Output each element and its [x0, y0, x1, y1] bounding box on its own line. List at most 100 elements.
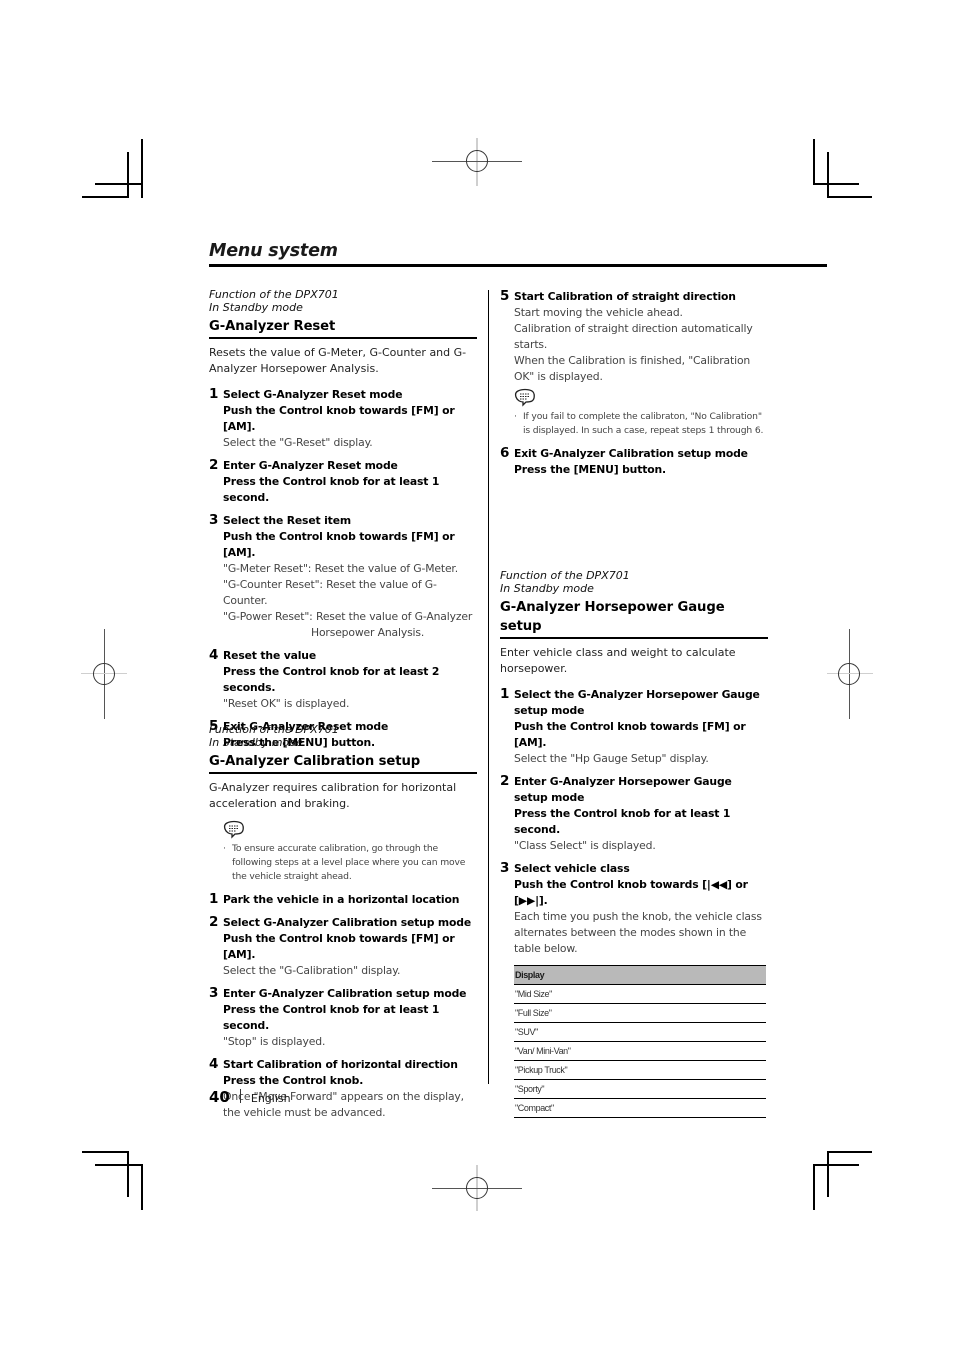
section-title: G-Analyzer Horsepower Gauge setup	[500, 598, 768, 639]
table-row: "Mid Size"	[514, 984, 766, 1004]
table-cell: "Van/ Mini-Van"	[514, 1041, 766, 1061]
step-note: "G-Meter Reset": Reset the value of G-Me…	[223, 562, 459, 575]
table-row: "Van/ Mini-Van"	[514, 1041, 766, 1061]
step-action: Press the [MENU] button.	[514, 463, 666, 476]
step-action: Press the Control knob for at least 2 se…	[223, 665, 440, 694]
step-action: Push the Control knob towards [FM] or [A…	[514, 720, 746, 749]
step-note: Each time you push the knob, the vehicle…	[514, 910, 762, 955]
step-heading: Exit G-Analyzer Calibration setup mode	[514, 447, 748, 460]
step-number: 3	[209, 512, 219, 528]
step-number: 5	[500, 288, 510, 304]
step-heading: Enter G-Analyzer Horsepower Gauge setup …	[514, 775, 732, 804]
step: 6 Exit G-Analyzer Calibration setup mode…	[500, 445, 768, 478]
function-note-line: Function of the DPX701	[209, 288, 339, 301]
function-note: Function of the DPX701 In Standby mode	[209, 723, 477, 749]
section-g-analyzer-reset: Function of the DPX701 In Standby mode G…	[209, 288, 477, 751]
table-header-row: Display	[514, 965, 766, 985]
step-number: 2	[500, 773, 510, 789]
function-note: Function of the DPX701 In Standby mode	[500, 569, 768, 595]
page-title: Menu system	[209, 241, 338, 261]
step-number: 2	[209, 914, 219, 930]
section-intro: G-Analyzer requires calibration for hori…	[209, 781, 457, 810]
step: 1 Park the vehicle in a horizontal locat…	[209, 891, 477, 908]
step: 2 Select G-Analyzer Calibration setup mo…	[209, 914, 477, 979]
table-header-cell: Display	[514, 965, 766, 985]
page-footer: 40 English	[209, 1088, 291, 1106]
step-note: Start moving the vehicle ahead.	[514, 306, 683, 319]
step-heading: Enter G-Analyzer Reset mode	[223, 459, 398, 472]
step-note: Select the "G-Reset" display.	[223, 436, 373, 449]
step-heading: Reset the value	[223, 649, 317, 662]
step-number: 3	[209, 985, 219, 1001]
step: 2 Enter G-Analyzer Reset mode Press the …	[209, 457, 477, 506]
step-heading: Select G-Analyzer Reset mode	[223, 388, 403, 401]
step-note: Select the "G-Calibration" display.	[223, 964, 401, 977]
step-note: "G-Counter Reset": Reset the value of G-…	[223, 578, 437, 607]
step-action: Push the Control knob towards [|◀◀] or […	[514, 878, 748, 907]
memo-text: If you fail to complete the calibraton, …	[514, 410, 768, 438]
function-note-line: In Standby mode	[500, 582, 594, 595]
step-action: Press the Control knob for at least 1 se…	[223, 1003, 440, 1032]
section-intro: Resets the value of G-Meter, G-Counter a…	[209, 346, 467, 375]
step-heading: Park the vehicle in a horizontal locatio…	[223, 893, 460, 906]
step-heading: Select the G-Analyzer Horsepower Gauge s…	[514, 688, 760, 717]
memo-note: To ensure accurate calibration, go throu…	[223, 820, 477, 884]
memo-text: To ensure accurate calibration, go throu…	[223, 842, 477, 884]
step-number: 4	[209, 1056, 219, 1072]
section-title: G-Analyzer Calibration setup	[209, 752, 477, 774]
step-note: "Class Select" is displayed.	[514, 839, 656, 852]
table-cell: "Sporty"	[514, 1079, 766, 1099]
step-number: 2	[209, 457, 219, 473]
table-cell: "SUV"	[514, 1022, 766, 1042]
function-note-line: In Standby mode	[209, 301, 303, 314]
table-cell: "Compact"	[514, 1098, 766, 1118]
step-heading: Select the Reset item	[223, 514, 351, 527]
step-note: "Reset OK" is displayed.	[223, 697, 350, 710]
table-row: "SUV"	[514, 1022, 766, 1042]
footer-language: English	[250, 1092, 291, 1105]
step: 5 Start Calibration of straight directio…	[500, 288, 768, 385]
function-note-line: In Standby mode	[209, 736, 303, 749]
function-note-line: Function of the DPX701	[500, 569, 630, 582]
section-calibration-continued: 5 Start Calibration of straight directio…	[500, 284, 768, 478]
memo-note: If you fail to complete the calibraton, …	[514, 388, 768, 438]
step: 2 Enter G-Analyzer Horsepower Gauge setu…	[500, 773, 768, 854]
step-number: 6	[500, 445, 510, 461]
step-note: Calibration of straight direction automa…	[514, 322, 753, 351]
step-action: Push the Control knob towards [FM] or [A…	[223, 932, 455, 961]
table-row: "Sporty"	[514, 1079, 766, 1099]
vehicle-class-table: Display "Mid Size" "Full Size" "SUV" "Va…	[514, 965, 766, 1118]
section-title: G-Analyzer Reset	[209, 317, 477, 339]
step-number: 4	[209, 647, 219, 663]
table-row: "Compact"	[514, 1098, 766, 1118]
step: 3 Select the Reset item Push the Control…	[209, 512, 477, 641]
table-cell: "Full Size"	[514, 1003, 766, 1023]
table-cell: "Pickup Truck"	[514, 1060, 766, 1080]
section-g-analyzer-calibration: Function of the DPX701 In Standby mode G…	[209, 723, 477, 1121]
step-action: Press the Control knob.	[223, 1074, 364, 1087]
step-note: Select the "Hp Gauge Setup" display.	[514, 752, 709, 765]
memo-speech-bubble-icon	[514, 388, 535, 407]
step-heading: Start Calibration of horizontal directio…	[223, 1058, 458, 1071]
step-number: 3	[500, 860, 510, 876]
step-heading: Start Calibration of straight direction	[514, 290, 736, 303]
table-cell: "Mid Size"	[514, 984, 766, 1004]
function-note: Function of the DPX701 In Standby mode	[209, 288, 477, 314]
footer-separator	[239, 1089, 241, 1103]
function-note-line: Function of the DPX701	[209, 723, 339, 736]
step-number: 1	[500, 686, 510, 702]
table-row: "Pickup Truck"	[514, 1060, 766, 1080]
page-number: 40	[209, 1088, 230, 1106]
step-note: "G-Power Reset": Reset the value of G-An…	[223, 610, 473, 623]
step-action: Press the Control knob for at least 1 se…	[223, 475, 440, 504]
step-number: 1	[209, 891, 219, 907]
memo-speech-bubble-icon	[223, 820, 244, 839]
step-action: Press the Control knob for at least 1 se…	[514, 807, 731, 836]
title-rule	[209, 264, 827, 267]
step-note: "Stop" is displayed.	[223, 1035, 326, 1048]
step: 3 Select vehicle class Push the Control …	[500, 860, 768, 957]
table-row: "Full Size"	[514, 1003, 766, 1023]
step: 1 Select the G-Analyzer Horsepower Gauge…	[500, 686, 768, 767]
column-divider	[488, 290, 489, 1084]
step-action: Push the Control knob towards [FM] or [A…	[223, 404, 455, 433]
